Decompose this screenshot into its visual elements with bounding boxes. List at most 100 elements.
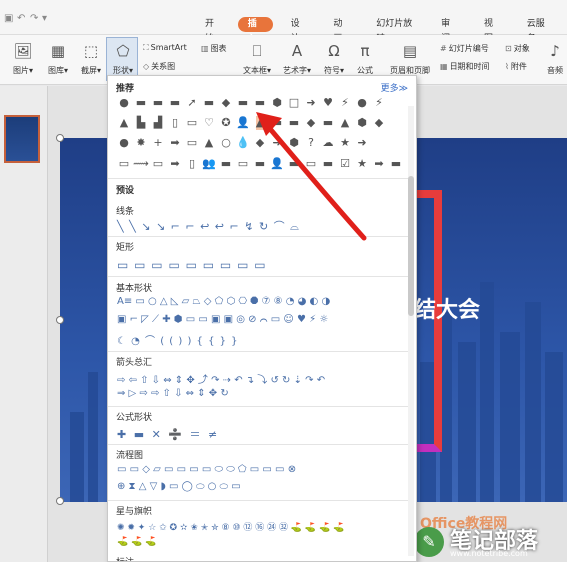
- scrollbar-thumb[interactable]: [408, 176, 414, 316]
- shape-option[interactable]: □: [287, 96, 301, 110]
- shape-option[interactable]: ★: [338, 136, 352, 150]
- tab-home[interactable]: 开始: [195, 17, 230, 44]
- resize-handle[interactable]: [56, 134, 64, 142]
- textbox-button[interactable]: ⎕ 文本框▾: [240, 41, 274, 76]
- shape-option[interactable]: ▭: [304, 157, 318, 171]
- shape-option[interactable]: ✸: [134, 136, 148, 150]
- resize-handle[interactable]: [56, 497, 64, 505]
- shape-option[interactable]: ▲: [202, 136, 216, 150]
- save-icon[interactable]: ▣: [4, 13, 13, 24]
- shape-option[interactable]: ▯: [168, 116, 182, 130]
- shape-option[interactable]: ▬: [168, 96, 182, 110]
- shape-option[interactable]: ➚: [185, 96, 199, 110]
- shape-option[interactable]: ⚡: [372, 96, 386, 110]
- wordart-button[interactable]: A 艺术字▾: [280, 41, 314, 76]
- shape-option[interactable]: ⬢: [355, 116, 369, 130]
- shape-option[interactable]: ▭: [151, 157, 165, 171]
- tab-insert[interactable]: 插入: [237, 17, 273, 44]
- shape-option[interactable]: ☑: [338, 157, 352, 171]
- gallery-button[interactable]: ▦ 图库▾: [42, 41, 74, 76]
- shape-option[interactable]: ?: [304, 136, 318, 150]
- shape-option[interactable]: ⬢: [287, 136, 301, 150]
- shape-option[interactable]: ➜: [270, 136, 284, 150]
- shape-option[interactable]: ♡: [202, 116, 216, 130]
- tab-view[interactable]: 视图: [474, 17, 509, 44]
- slide-thumbnail[interactable]: [4, 115, 40, 163]
- shape-option[interactable]: ●: [355, 96, 369, 110]
- basic-shapes-row[interactable]: ☾ ◔ ⌒ ( ( ) ) { { } }: [117, 332, 239, 347]
- flow-shapes-row[interactable]: ⊕ ⧗ △ ▽ ◗ ▭ ◯ ⬭ ○ ⬭ ▭: [117, 481, 241, 492]
- shape-option[interactable]: ▬: [270, 116, 284, 130]
- shape-option[interactable]: ▲: [117, 116, 131, 130]
- tab-design[interactable]: 设计: [281, 17, 316, 44]
- undo-icon[interactable]: ↶: [17, 13, 25, 24]
- chart-button[interactable]: ▥ 图表: [201, 43, 227, 54]
- relation-button[interactable]: ◇ 关系图: [143, 61, 175, 72]
- shape-option[interactable]: ▬: [389, 157, 403, 171]
- picture-button[interactable]: 🖼 图片▾: [8, 41, 38, 76]
- shape-option[interactable]: ✪: [219, 116, 233, 130]
- shape-option[interactable]: ▭: [117, 157, 131, 171]
- shape-option[interactable]: ➜: [355, 136, 369, 150]
- basic-shapes-row[interactable]: A≡ ▭ ○ △ ◺ ▱ ⏢ ◇ ⬠ ⬡ ⎔ ⯃ ⑦ ⑧ ◔ ◕ ◐ ◑: [117, 296, 330, 307]
- rectangle-shapes[interactable]: ▭ ▭ ▭ ▭ ▭ ▭ ▭ ▭ ▭: [117, 258, 267, 272]
- shape-option[interactable]: ▙: [134, 116, 148, 130]
- shapes-scrollbar[interactable]: [408, 106, 414, 556]
- shape-option[interactable]: ▬: [287, 116, 301, 130]
- shape-option[interactable]: ★: [355, 157, 369, 171]
- shapes-dropdown[interactable]: 推荐 更多≫ ● ▬ ▬ ▬ ➚ ▬ ◆ ▬ ▬ ⬢ □ ➜ ♥ ⚡ ● ⚡ ▲ ▙ ▟ ▯ ▭ ♡ ✪ 👤 ▲ ▬ ▬ ◆ ▬ ▲ ⬢ ◆…: [107, 75, 417, 562]
- audio-button[interactable]: ♪ 音频: [544, 41, 566, 76]
- slide-number-button[interactable]: # 幻灯片编号: [440, 43, 489, 54]
- shape-option[interactable]: ▬: [287, 157, 301, 171]
- shape-option[interactable]: ◆: [304, 116, 318, 130]
- shape-option[interactable]: 👥: [202, 157, 216, 171]
- shape-option[interactable]: ●: [117, 96, 131, 110]
- attachment-button[interactable]: ⌇ 附件: [505, 61, 527, 72]
- shape-option[interactable]: ▭: [185, 116, 199, 130]
- shape-option[interactable]: ▬: [134, 96, 148, 110]
- header-footer-button[interactable]: ▤ 页眉和页脚: [386, 41, 434, 76]
- shape-option[interactable]: ⬢: [270, 96, 284, 110]
- quick-access-dropdown[interactable]: ▾: [42, 13, 47, 24]
- shape-option[interactable]: 👤: [270, 157, 284, 171]
- arrow-shapes-row[interactable]: ⇨ ⇦ ⇧ ⇩ ⇔ ⇕ ✥ ⤴ ↷ ⇢ ↶ ↴ ⤵ ↺ ↻ ⇣ ↷ ↶: [117, 371, 325, 386]
- shape-option[interactable]: ▯: [185, 157, 199, 171]
- shape-option[interactable]: 💧: [236, 136, 250, 150]
- basic-shapes-row[interactable]: ▣ ⌐ ◸ ⟋ ✚ ⬢ ▭ ▭ ▣ ▣ ◎ ⊘ ⌒ ▭ ☺ ♥ ⚡ ☼: [117, 314, 328, 325]
- shape-option[interactable]: ▬: [253, 96, 267, 110]
- shape-option[interactable]: ◆: [219, 96, 233, 110]
- shape-option[interactable]: ▭: [185, 136, 199, 150]
- shape-option[interactable]: ○: [219, 136, 233, 150]
- shape-option[interactable]: ▬: [151, 96, 165, 110]
- shape-option[interactable]: ➜: [304, 96, 318, 110]
- shape-option[interactable]: ▲: [338, 116, 352, 130]
- lines-shapes[interactable]: ╲ ╲ ↘ ↘ ⌐ ⌐ ↩ ↩ ⌐ ↯ ↻ ⌒ ⌓: [117, 218, 300, 234]
- shape-option[interactable]: ▬: [321, 116, 335, 130]
- shape-option[interactable]: ➡: [372, 157, 386, 171]
- screenshot-button[interactable]: ⬚ 截屏▾: [76, 41, 106, 76]
- shape-option[interactable]: ➡: [168, 136, 182, 150]
- shape-option[interactable]: ▭: [236, 157, 250, 171]
- shape-option[interactable]: +: [151, 136, 165, 150]
- tab-cloud[interactable]: 云服务: [517, 17, 559, 44]
- shape-button[interactable]: ⬠ 形状▾: [108, 41, 138, 76]
- shape-option[interactable]: ☁: [321, 136, 335, 150]
- shape-option[interactable]: ◆: [253, 136, 267, 150]
- tab-slideshow[interactable]: 幻灯片放映: [366, 17, 423, 44]
- tab-review[interactable]: 审阅: [431, 17, 466, 44]
- symbol-button[interactable]: Ω 符号▾: [320, 41, 348, 76]
- object-button[interactable]: ⊡ 对象: [505, 43, 530, 54]
- shape-option[interactable]: ▬: [202, 96, 216, 110]
- shape-option[interactable]: ◆: [372, 116, 386, 130]
- star-shapes-row[interactable]: ✺ ✹ ✦ ☆ ✩ ✪ ✫ ✬ ✭ ✮ ⑧ ⑩ ⑫ ⑯ ㉔ ㉜ ⛳ ⛳ ⛳ ⛳: [117, 520, 344, 533]
- shape-option[interactable]: ▬: [236, 96, 250, 110]
- slide-thumbnails-panel[interactable]: [0, 86, 48, 562]
- slide-title[interactable]: 结大会: [414, 292, 480, 324]
- shape-option[interactable]: 👤: [236, 116, 250, 130]
- shape-option[interactable]: ⚡: [338, 96, 352, 110]
- redo-icon[interactable]: ↷: [30, 13, 38, 24]
- smartart-button[interactable]: ⛶ SmartArt: [143, 43, 187, 53]
- formula-shapes-row[interactable]: ✚ ▬ ✕ ➗ ＝ ≠: [117, 426, 219, 442]
- shape-option[interactable]: ➡: [168, 157, 182, 171]
- tab-animation[interactable]: 动画: [323, 17, 358, 44]
